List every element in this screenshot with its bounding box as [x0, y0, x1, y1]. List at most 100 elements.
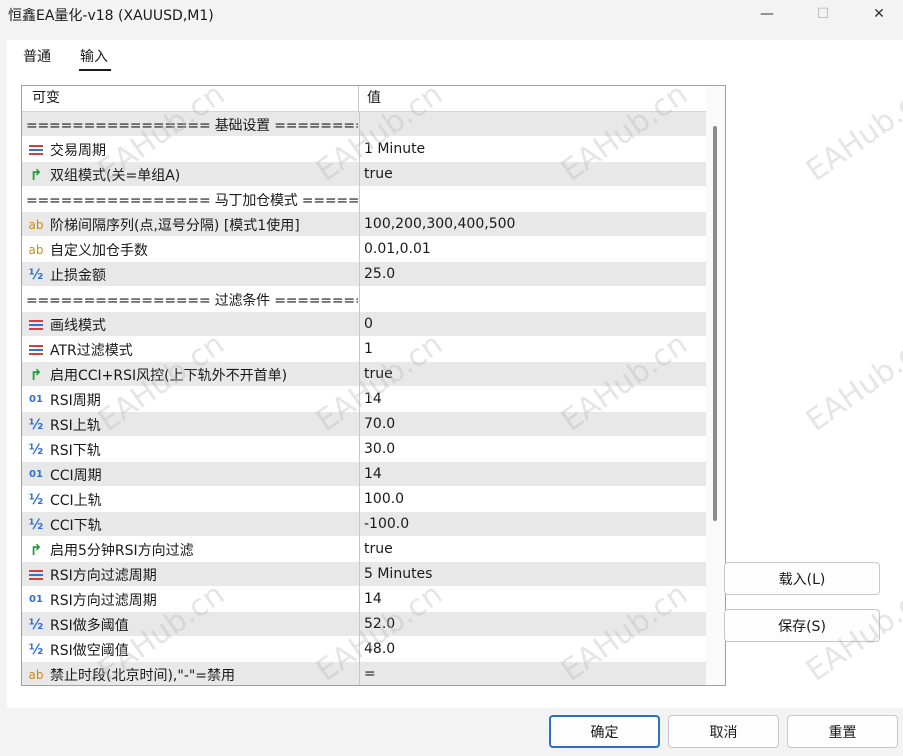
variable-label: 交易周期	[50, 142, 106, 159]
variable-cell: ½ CCI下轨	[22, 512, 358, 537]
table-row[interactable]: ↱ 启用5分钟RSI方向过滤 true	[22, 537, 706, 562]
table-row[interactable]: ↱ 双组模式(关=单组A) true	[22, 162, 706, 187]
value-cell[interactable]: 5 Minutes	[359, 562, 706, 587]
variable-label: RSI周期	[50, 392, 101, 409]
value-cell[interactable]: true	[359, 362, 706, 387]
reset-button[interactable]: 重置	[787, 715, 898, 748]
variable-label: RSI方向过滤周期	[50, 567, 157, 584]
list-icon	[26, 319, 46, 331]
list-icon	[26, 144, 46, 156]
value-cell[interactable]: true	[359, 162, 706, 187]
value-cell[interactable]	[359, 187, 706, 212]
table-row[interactable]: ab 阶梯间隔序列(点,逗号分隔) [模式1使用] 100,200,300,400,…	[22, 212, 706, 237]
tab-inputs[interactable]: 输入	[80, 46, 108, 66]
variable-label: 启用5分钟RSI方向过滤	[50, 542, 194, 559]
value-cell[interactable]: =	[359, 662, 706, 685]
double-icon: ½	[28, 266, 44, 283]
table-row[interactable]: ½ RSI下轨 30.0	[22, 437, 706, 462]
variable-label: 双组模式(关=单组A)	[50, 167, 181, 184]
table-row[interactable]: 01 RSI周期 14	[22, 387, 706, 412]
variable-cell: ab 阶梯间隔序列(点,逗号分隔) [模式1使用]	[22, 212, 358, 237]
table-row[interactable]: ab 自定义加仓手数 0.01,0.01	[22, 237, 706, 262]
variable-cell: ATR过滤模式	[22, 337, 358, 362]
double-icon: ½	[28, 516, 44, 533]
maximize-button[interactable]: ☐	[795, 0, 851, 28]
variable-cell: 交易周期	[22, 137, 358, 162]
variable-cell: ½ RSI下轨	[22, 437, 358, 462]
column-header-variable[interactable]: 可变	[32, 86, 60, 111]
active-tab-indicator	[79, 69, 111, 71]
variable-label: RSI上轨	[50, 417, 101, 434]
variable-label: ================ 马丁加仓模式 ==========...	[26, 192, 358, 209]
vertical-scrollbar[interactable]	[706, 86, 725, 685]
maximize-icon: ☐	[816, 6, 830, 22]
column-divider[interactable]	[358, 86, 359, 112]
variable-label: RSI方向过滤周期	[50, 592, 157, 609]
table-row[interactable]: ½ CCI上轨 100.0	[22, 487, 706, 512]
variable-cell: ↱ 启用CCI+RSI风控(上下轨外不开首单)	[22, 362, 358, 387]
table-row[interactable]: RSI方向过滤周期 5 Minutes	[22, 562, 706, 587]
scroll-thumb[interactable]	[713, 126, 717, 521]
cancel-button[interactable]: 取消	[668, 715, 779, 748]
section-row[interactable]: ================ 马丁加仓模式 ==========...	[22, 187, 706, 212]
variable-label: CCI上轨	[50, 492, 102, 509]
value-cell[interactable]: 14	[359, 587, 706, 612]
table-row[interactable]: ½ CCI下轨 -100.0	[22, 512, 706, 537]
string-icon: ab	[28, 667, 44, 682]
variable-label: 画线模式	[50, 317, 106, 334]
value-cell[interactable]: 14	[359, 387, 706, 412]
ok-button[interactable]: 确定	[549, 715, 660, 748]
table-row[interactable]: 交易周期 1 Minute	[22, 137, 706, 162]
int-icon: 01	[29, 594, 43, 605]
variable-cell: ↱ 启用5分钟RSI方向过滤	[22, 537, 358, 562]
variable-cell: ab 禁止时段(北京时间),"-"=禁用	[22, 662, 358, 685]
variable-label: ================ 过滤条件 ================..…	[26, 292, 358, 309]
tab-general[interactable]: 普通	[23, 46, 51, 66]
table-row[interactable]: ab 禁止时段(北京时间),"-"=禁用 =	[22, 662, 706, 685]
list-icon	[26, 569, 46, 581]
table-row[interactable]: 01 RSI方向过滤周期 14	[22, 587, 706, 612]
value-cell[interactable]: 48.0	[359, 637, 706, 662]
table-row[interactable]: ATR过滤模式 1	[22, 337, 706, 362]
value-cell[interactable]: 100.0	[359, 487, 706, 512]
value-cell[interactable]: 14	[359, 462, 706, 487]
table-row[interactable]: ½ RSI做空阈值 48.0	[22, 637, 706, 662]
value-cell[interactable]: 30.0	[359, 437, 706, 462]
section-row[interactable]: ================ 基础设置 ================..…	[22, 112, 706, 137]
value-cell[interactable]: 0.01,0.01	[359, 237, 706, 262]
load-button[interactable]: 载入(L)	[724, 562, 880, 595]
variable-label: ================ 基础设置 ================..…	[26, 117, 358, 134]
table-row[interactable]: ½ RSI做多阈值 52.0	[22, 612, 706, 637]
variable-cell: ================ 马丁加仓模式 ==========...	[22, 187, 358, 212]
variable-label: 止损金额	[50, 267, 106, 284]
bool-icon: ↱	[29, 165, 43, 184]
save-button[interactable]: 保存(S)	[724, 609, 880, 642]
table-row[interactable]: ½ 止损金额 25.0	[22, 262, 706, 287]
int-icon: 01	[29, 394, 43, 405]
window-title: 恒鑫EA量化-v18 (XAUUSD,M1)	[8, 8, 214, 24]
value-cell[interactable]: true	[359, 537, 706, 562]
variable-label: RSI做多阈值	[50, 617, 129, 634]
value-cell[interactable]: 100,200,300,400,500	[359, 212, 706, 237]
inputs-grid: 可变 值 ================ 基础设置 =============…	[21, 85, 726, 686]
table-row[interactable]: ½ RSI上轨 70.0	[22, 412, 706, 437]
table-row[interactable]: ↱ 启用CCI+RSI风控(上下轨外不开首单) true	[22, 362, 706, 387]
table-row[interactable]: 画线模式 0	[22, 312, 706, 337]
value-cell[interactable]: 70.0	[359, 412, 706, 437]
value-cell[interactable]	[359, 112, 706, 137]
variable-cell: ½ RSI做多阈值	[22, 612, 358, 637]
variable-label: 自定义加仓手数	[50, 242, 148, 259]
minimize-button[interactable]: —	[739, 0, 795, 28]
value-cell[interactable]	[359, 287, 706, 312]
value-cell[interactable]: 1 Minute	[359, 137, 706, 162]
column-header-value[interactable]: 值	[367, 86, 381, 111]
title-bar[interactable]: 恒鑫EA量化-v18 (XAUUSD,M1) — ☐ ✕	[0, 0, 903, 28]
value-cell[interactable]: 0	[359, 312, 706, 337]
value-cell[interactable]: 25.0	[359, 262, 706, 287]
value-cell[interactable]: -100.0	[359, 512, 706, 537]
close-button[interactable]: ✕	[851, 0, 903, 28]
value-cell[interactable]: 52.0	[359, 612, 706, 637]
table-row[interactable]: 01 CCI周期 14	[22, 462, 706, 487]
section-row[interactable]: ================ 过滤条件 ================..…	[22, 287, 706, 312]
value-cell[interactable]: 1	[359, 337, 706, 362]
